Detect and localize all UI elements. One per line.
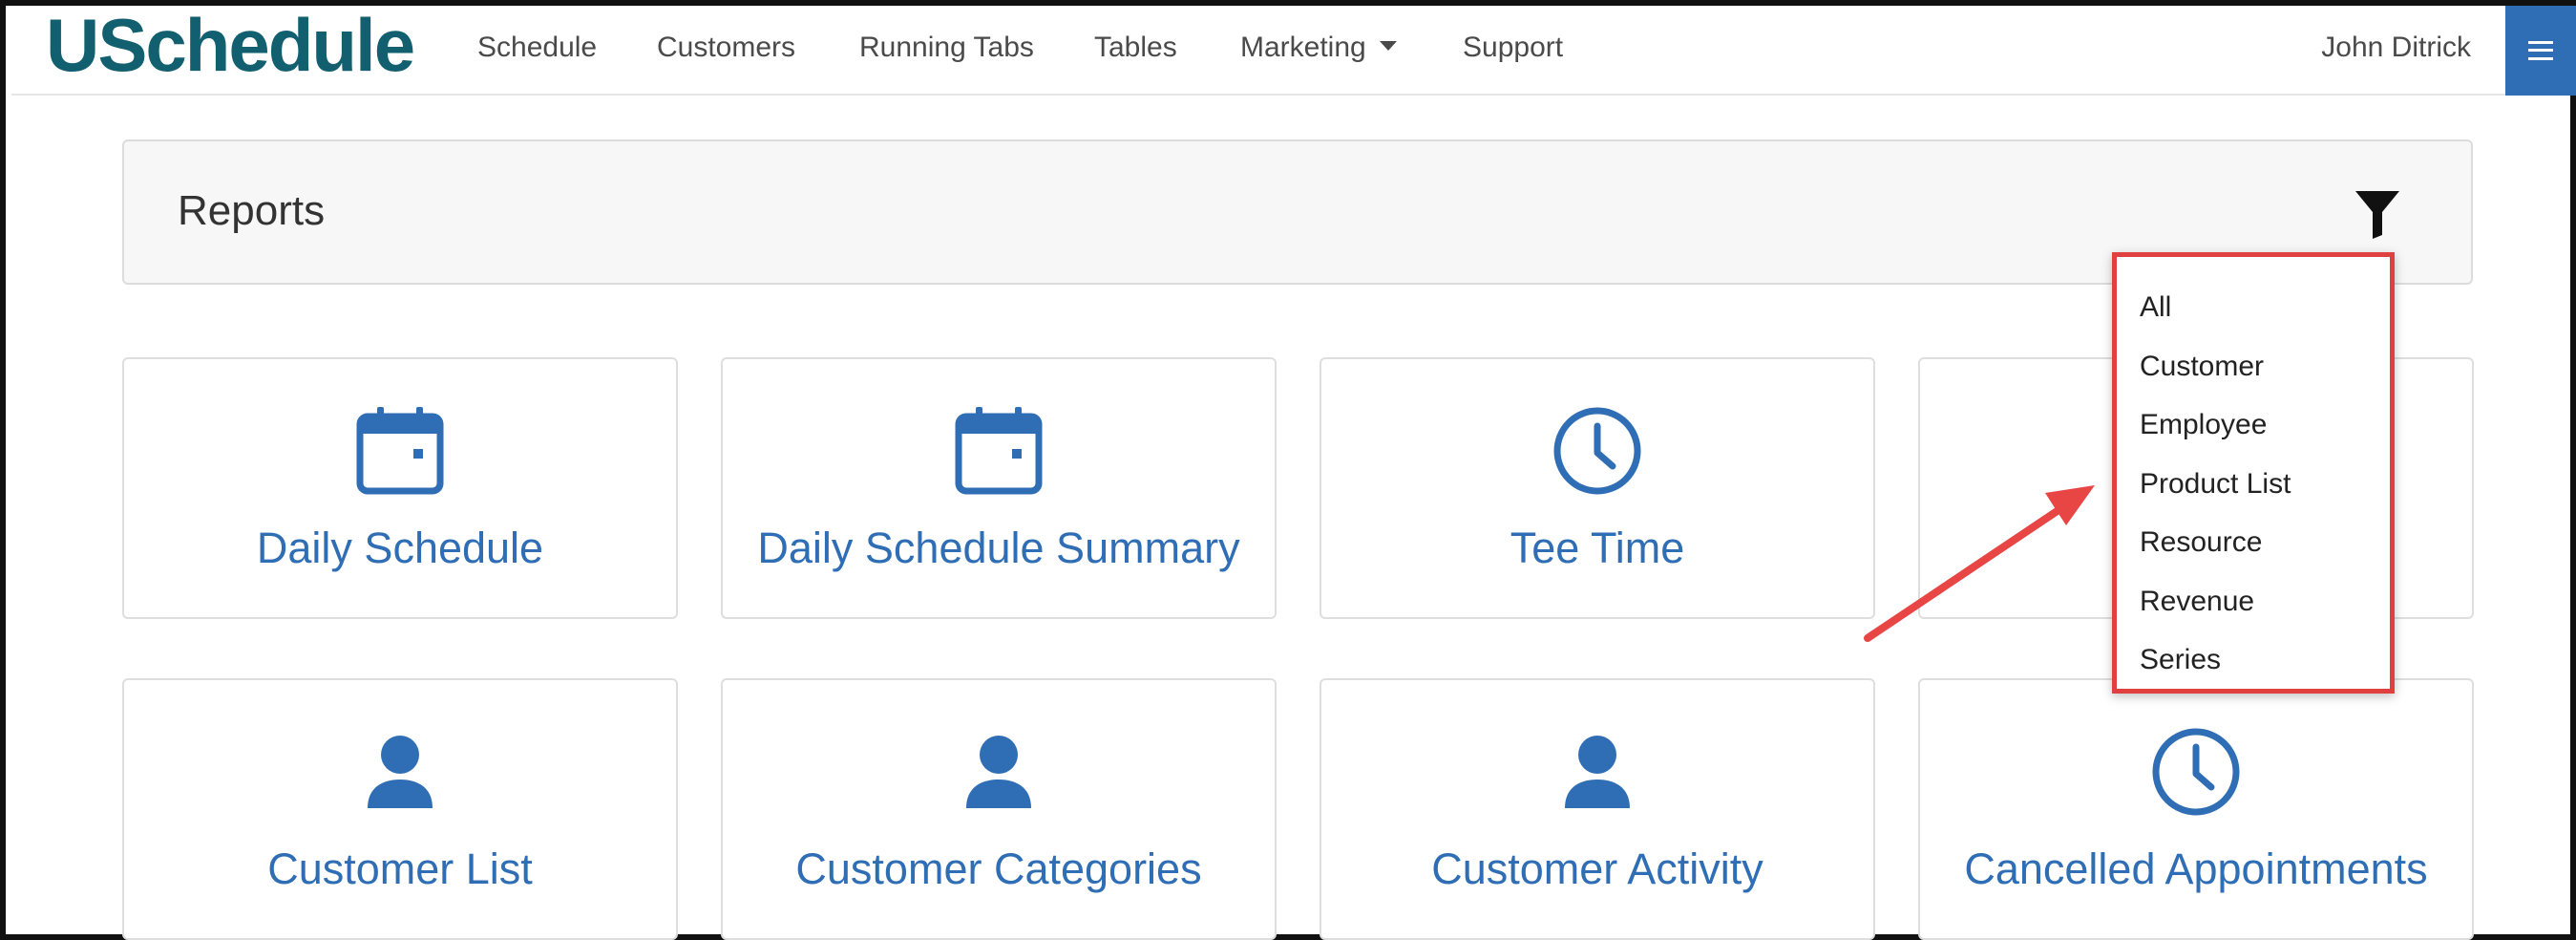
report-tile-customer-categories[interactable]: Customer Categories [721,678,1277,940]
clock-icon [1553,407,1641,495]
tile-label: Customer List [267,844,533,893]
filter-option-all[interactable]: All [2117,278,2390,337]
report-tile-customer-list[interactable]: Customer List [122,678,678,940]
filter-dropdown-menu: All Customer Employee Product List Resou… [2112,252,2395,694]
brand-logo[interactable]: USchedule [46,8,415,82]
screenshot-frame: USchedule Schedule Customers Running Tab… [0,0,2576,940]
nav-running-tabs[interactable]: Running Tabs [859,29,1034,67]
report-tile-daily-schedule-summary[interactable]: Daily Schedule Summary [721,357,1277,619]
nav-schedule[interactable]: Schedule [477,29,597,67]
filter-option-customer[interactable]: Customer [2117,337,2390,396]
report-tile-customer-activity[interactable]: Customer Activity [1320,678,1875,940]
nav-customers[interactable]: Customers [657,29,795,67]
user-menu[interactable]: John Ditrick [2321,29,2471,67]
user-icon [966,736,1031,808]
filter-option-series[interactable]: Series [2117,630,2390,690]
tile-label: Daily Schedule Summary [757,523,1240,572]
nav-support[interactable]: Support [1463,29,1563,67]
calendar-icon [356,407,444,495]
report-tile-cancelled-appointments[interactable]: Cancelled Appointments [1918,678,2474,940]
filter-option-resource[interactable]: Resource [2117,513,2390,572]
clock-icon [2152,728,2240,816]
hamburger-menu-button[interactable] [2505,6,2576,96]
tile-label: Cancelled Appointments [1964,844,2428,893]
filter-option-employee[interactable]: Employee [2117,395,2390,455]
tile-label: Customer Categories [795,844,1202,893]
user-icon [368,736,433,808]
tile-label: Customer Activity [1431,844,1763,893]
calendar-icon [955,407,1043,495]
filter-button[interactable] [2351,187,2404,241]
page-title: Reports [178,187,326,234]
tile-label: Tee Time [1510,523,1685,572]
nav-marketing-label: Marketing [1240,32,1366,63]
user-icon [1565,736,1630,808]
nav-tables[interactable]: Tables [1094,29,1177,67]
nav-marketing[interactable]: Marketing [1240,29,1397,67]
tile-label: Daily Schedule [256,523,544,572]
hamburger-icon [2528,41,2553,60]
report-tile-tee-time[interactable]: Tee Time [1320,357,1875,619]
filter-option-revenue[interactable]: Revenue [2117,572,2390,631]
top-navbar: USchedule Schedule Customers Running Tab… [11,6,2576,96]
caret-down-icon [1379,41,1397,52]
report-tile-daily-schedule[interactable]: Daily Schedule [122,357,678,619]
filter-icon [2355,191,2399,239]
filter-option-product-list[interactable]: Product List [2117,455,2390,514]
